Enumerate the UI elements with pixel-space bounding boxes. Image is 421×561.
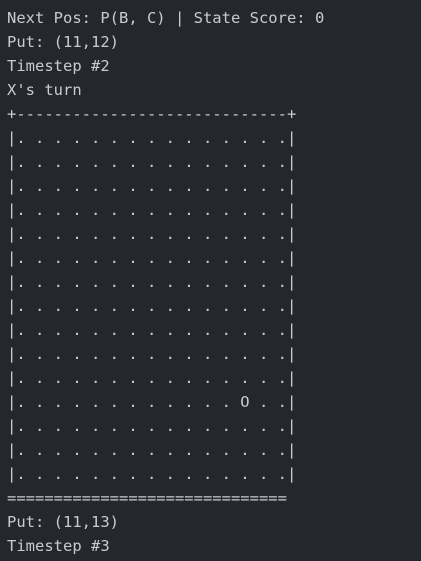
board-row: |. . . . . . . . . . . . . . .| — [7, 153, 297, 171]
next-timestep-line: Timestep #3 — [7, 537, 110, 555]
timestep-line: Timestep #2 — [7, 57, 110, 75]
board-row: |. . . . . . . . . . . . . . .| — [7, 465, 297, 483]
board-top-border: +-----------------------------+ — [7, 105, 297, 123]
next-pos-line: Next Pos: P(B, C) | State Score: 0 — [7, 9, 325, 27]
put-line: Put: (11,12) — [7, 33, 119, 51]
board-row: |. . . . . . . . . . . . . . .| — [7, 369, 297, 387]
next-put-line: Put: (11,13) — [7, 513, 119, 531]
board-row: |. . . . . . . . . . . . . . .| — [7, 345, 297, 363]
board-row-with-o: |. . . . . . . . . . . . O . .| — [7, 393, 297, 411]
board-row: |. . . . . . . . . . . . . . .| — [7, 177, 297, 195]
board-row: |. . . . . . . . . . . . . . .| — [7, 225, 297, 243]
board-row: |. . . . . . . . . . . . . . .| — [7, 273, 297, 291]
turn-line: X's turn — [7, 81, 82, 99]
board-row: |. . . . . . . . . . . . . . .| — [7, 297, 297, 315]
board-row: |. . . . . . . . . . . . . . .| — [7, 417, 297, 435]
board-row: |. . . . . . . . . . . . . . .| — [7, 321, 297, 339]
board-row: |. . . . . . . . . . . . . . .| — [7, 249, 297, 267]
game-console: Next Pos: P(B, C) | State Score: 0 Put: … — [0, 0, 421, 561]
board-row: |. . . . . . . . . . . . . . .| — [7, 129, 297, 147]
board-row: |. . . . . . . . . . . . . . .| — [7, 201, 297, 219]
board-row: |. . . . . . . . . . . . . . .| — [7, 441, 297, 459]
game-board: +-----------------------------+ |. . . .… — [7, 102, 421, 510]
board-bottom-border: ============================== — [7, 489, 287, 507]
